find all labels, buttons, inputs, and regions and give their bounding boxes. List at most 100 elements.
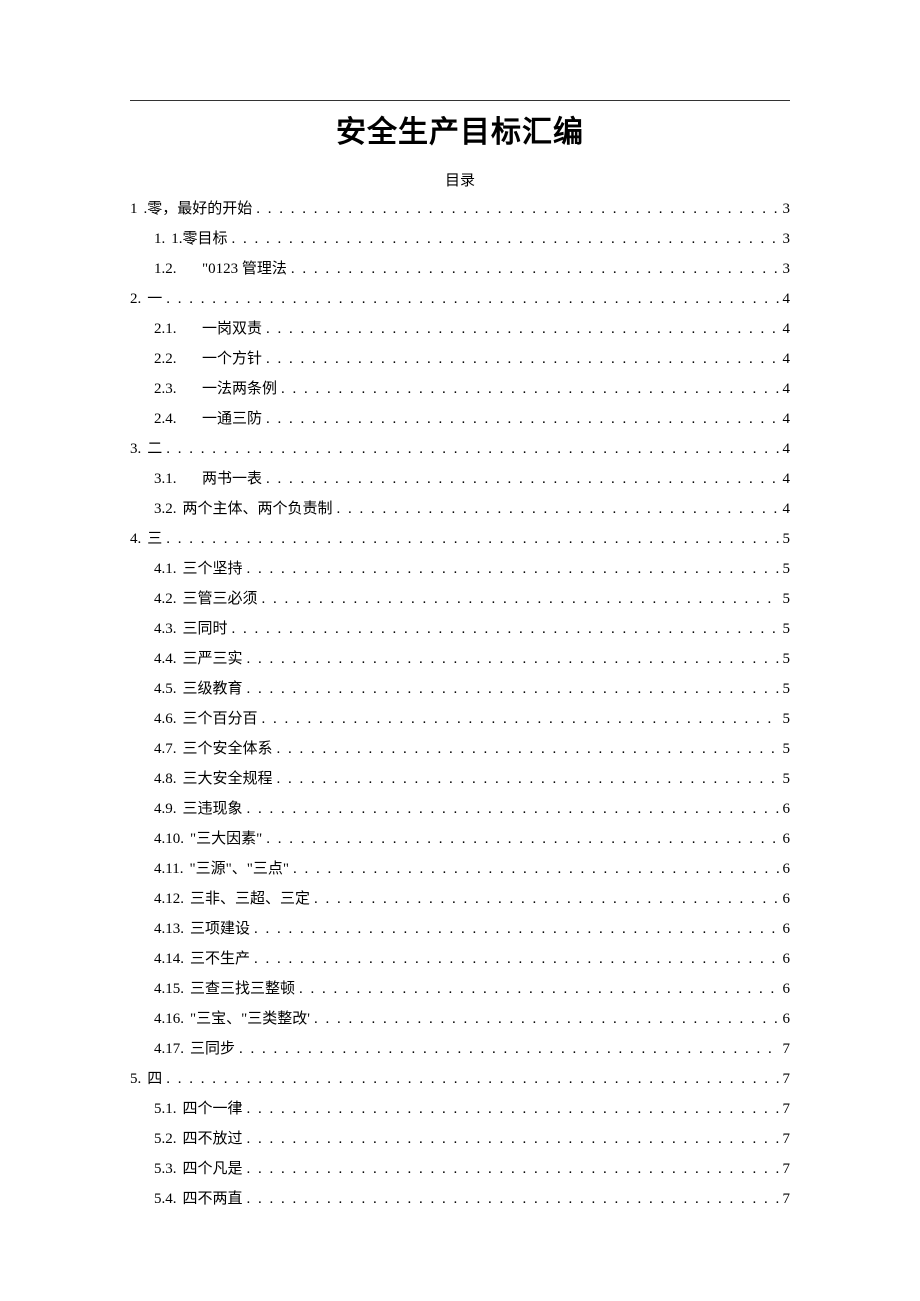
toc-entry-text: 三项建设 — [190, 914, 250, 944]
toc-entry-text: 一法两条例 — [202, 374, 277, 404]
toc-entry-text: 四不两直 — [183, 1184, 243, 1214]
toc-entry-number: 1 — [130, 194, 138, 224]
toc-entry: 5.3. 四个凡是 7 — [130, 1154, 790, 1184]
toc-leader-dots — [266, 464, 778, 494]
toc-entry: 4.9.三违现象6 — [130, 794, 790, 824]
toc-entry-text: 1.零目标 — [171, 224, 227, 254]
toc-entry: 4.12.三非、三超、三定6 — [130, 884, 790, 914]
toc-leader-dots — [254, 944, 778, 974]
toc-entry-text: 三同步 — [190, 1034, 235, 1064]
toc-entry-number: 2.1. — [154, 314, 196, 344]
toc-entry: 3.1.两书一表4 — [130, 464, 790, 494]
toc-entry: 2.一4 — [130, 284, 790, 314]
toc-entry-number: 1.2. — [154, 254, 196, 284]
toc-entry-text: 四不放过 — [183, 1124, 243, 1154]
toc-entry-page: 6 — [783, 914, 791, 944]
toc-entry-page: 5 — [783, 704, 791, 734]
toc-leader-dots — [247, 794, 779, 824]
toc-entry: 5.1. 四个一律 7 — [130, 1094, 790, 1124]
toc-entry-page: 6 — [783, 884, 791, 914]
toc-entry-text: 三管三必须 — [183, 584, 258, 614]
toc-entry: 4.16."三宝、"三类整改'6 — [130, 1004, 790, 1034]
toc-entry-page: 4 — [783, 284, 791, 314]
toc-entry-number: 1. — [154, 224, 165, 254]
toc-entry-number: 5.2. — [154, 1124, 177, 1154]
toc-entry-text: 一个方针 — [202, 344, 262, 374]
toc-leader-dots — [239, 1034, 778, 1064]
toc-entry-page: 5 — [783, 554, 791, 584]
toc-entry-text: "0123 管理法 — [202, 254, 287, 284]
toc-entry-number: 2.3. — [154, 374, 196, 404]
toc-leader-dots — [262, 584, 779, 614]
toc-entry-page: 6 — [783, 824, 791, 854]
toc-entry-number: 5.3. — [154, 1154, 177, 1184]
toc-leader-dots — [247, 1124, 779, 1154]
toc-entry-number: 4.10. — [154, 824, 184, 854]
toc-entry-number: 4.6. — [154, 704, 177, 734]
toc-entry-text: 三查三找三整顿 — [190, 974, 295, 1004]
toc-entry-text: 三不生产 — [190, 944, 250, 974]
toc-leader-dots — [281, 374, 778, 404]
toc-leader-dots — [166, 284, 778, 314]
toc-leader-dots — [247, 1094, 779, 1124]
toc-leader-dots — [293, 854, 779, 884]
toc-entry: 4.13.三项建设6 — [130, 914, 790, 944]
top-rule — [130, 100, 790, 101]
toc-entry-number: 4.11. — [154, 854, 183, 884]
toc-entry-number: 4.3. — [154, 614, 177, 644]
toc-entry-number: 4. — [130, 524, 141, 554]
toc-entry: 1.1.零目标 3 — [130, 224, 790, 254]
toc-entry-page: 3 — [783, 224, 791, 254]
toc-entry-number: 4.17. — [154, 1034, 184, 1064]
toc-entry-text: 三个百分百 — [183, 704, 258, 734]
toc-entry-page: 3 — [783, 194, 791, 224]
toc-entry-text: 二 — [147, 434, 162, 464]
toc-entry: 4.1.三个坚持5 — [130, 554, 790, 584]
toc-leader-dots — [262, 704, 779, 734]
toc-entry-page: 4 — [783, 494, 791, 524]
toc-entry-page: 5 — [783, 644, 791, 674]
toc-entry-page: 7 — [783, 1064, 791, 1094]
toc-leader-dots — [314, 1004, 779, 1034]
toc-entry: 2.4.一通三防4 — [130, 404, 790, 434]
toc-entry: 4.6. 三个百分百 5 — [130, 704, 790, 734]
toc-entry-number: 4.4. — [154, 644, 177, 674]
toc-entry: 4.17.三同步7 — [130, 1034, 790, 1064]
toc-entry-text: 三个安全体系 — [183, 734, 273, 764]
toc-leader-dots — [291, 254, 779, 284]
toc-entry-text: 四个一律 — [183, 1094, 243, 1124]
toc-entry: 2.2.一个方针4 — [130, 344, 790, 374]
toc-entry-number: 5.1. — [154, 1094, 177, 1124]
toc-entry: 2.3.一法两条例4 — [130, 374, 790, 404]
toc-leader-dots — [232, 614, 779, 644]
toc-entry-number: 4.5. — [154, 674, 177, 704]
toc-entry-text: 一 — [147, 284, 162, 314]
toc-entry-page: 5 — [783, 764, 791, 794]
toc-leader-dots — [247, 674, 779, 704]
toc-leader-dots — [266, 824, 778, 854]
toc-leader-dots — [277, 734, 779, 764]
toc-leader-dots — [247, 1184, 779, 1214]
toc-leader-dots — [266, 314, 778, 344]
toc-entry-text: 一通三防 — [202, 404, 262, 434]
toc-entry-page: 6 — [783, 854, 791, 884]
toc-entry-page: 7 — [783, 1184, 791, 1214]
toc-entry-page: 7 — [783, 1154, 791, 1184]
toc-entry-number: 4.1. — [154, 554, 177, 584]
toc-leader-dots — [266, 344, 778, 374]
toc-entry: 4.5.三级教育5 — [130, 674, 790, 704]
toc-entry-text: 一岗双责 — [202, 314, 262, 344]
toc-entry-page: 7 — [783, 1094, 791, 1124]
toc-leader-dots — [247, 644, 779, 674]
toc-leader-dots — [166, 524, 778, 554]
table-of-contents: 1.零，最好的开始31.1.零目标31.2."0123 管理法32.一42.1.… — [130, 194, 790, 1214]
toc-leader-dots — [232, 224, 779, 254]
toc-entry-number: 5.4. — [154, 1184, 177, 1214]
toc-entry-number: 4.15. — [154, 974, 184, 1004]
toc-entry-text: "三大因素" — [190, 824, 262, 854]
toc-entry-page: 4 — [783, 344, 791, 374]
toc-entry-page: 5 — [783, 674, 791, 704]
toc-entry-text: 四个凡是 — [183, 1154, 243, 1184]
toc-entry-page: 6 — [783, 944, 791, 974]
toc-entry-number: 2.4. — [154, 404, 196, 434]
